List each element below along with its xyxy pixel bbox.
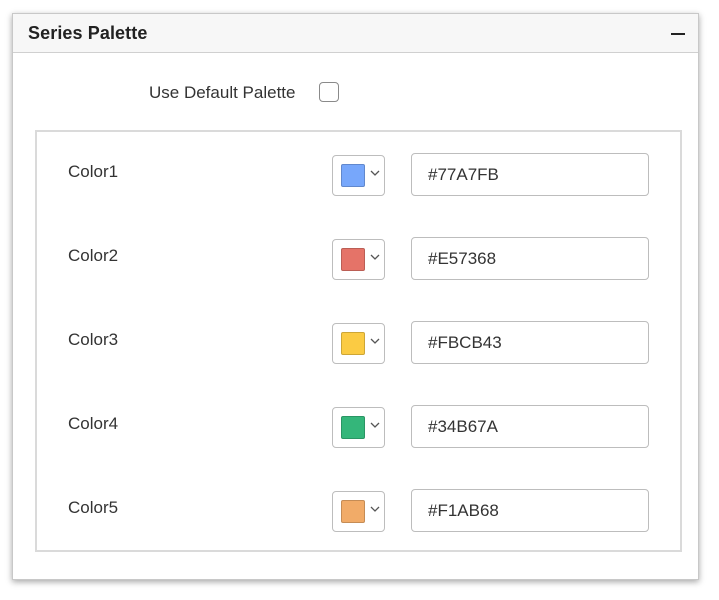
- color-row-2: Color2: [37, 236, 680, 280]
- chevron-down-icon: [370, 338, 380, 344]
- color-picker-button[interactable]: [332, 239, 385, 280]
- color-hex-input[interactable]: [411, 153, 649, 196]
- default-palette-checkbox[interactable]: [319, 82, 339, 102]
- color-hex-input[interactable]: [411, 489, 649, 532]
- color-list: Color1 Color2 Color3: [35, 130, 682, 552]
- collapse-button[interactable]: [668, 22, 690, 44]
- color-row-5: Color5: [37, 488, 680, 532]
- color-picker-button[interactable]: [332, 491, 385, 532]
- minus-icon: [671, 33, 685, 35]
- panel-header: Series Palette: [13, 14, 698, 53]
- color-swatch: [341, 164, 365, 187]
- color-label: Color2: [68, 246, 119, 265]
- default-palette-label: Use Default Palette: [149, 83, 296, 102]
- color-picker-button[interactable]: [332, 407, 385, 448]
- color-label: Color1: [68, 162, 119, 181]
- color-picker-button[interactable]: [332, 155, 385, 196]
- chevron-down-icon: [370, 170, 380, 176]
- default-palette-row: Use Default Palette: [13, 76, 698, 108]
- color-hex-input[interactable]: [411, 405, 649, 448]
- color-swatch: [341, 332, 365, 355]
- color-row-1: Color1: [37, 152, 680, 196]
- chevron-down-icon: [370, 254, 380, 260]
- color-row-3: Color3: [37, 320, 680, 364]
- color-label: Color4: [68, 414, 119, 433]
- color-swatch: [341, 248, 365, 271]
- color-label: Color3: [68, 330, 119, 349]
- color-row-4: Color4: [37, 404, 680, 448]
- color-swatch: [341, 416, 365, 439]
- chevron-down-icon: [370, 422, 380, 428]
- color-hex-input[interactable]: [411, 237, 649, 280]
- chevron-down-icon: [370, 506, 380, 512]
- color-hex-input[interactable]: [411, 321, 649, 364]
- panel-title: Series Palette: [28, 23, 148, 43]
- color-picker-button[interactable]: [332, 323, 385, 364]
- series-palette-panel: Series Palette Use Default Palette Color…: [12, 13, 699, 580]
- color-swatch: [341, 500, 365, 523]
- color-label: Color5: [68, 498, 119, 517]
